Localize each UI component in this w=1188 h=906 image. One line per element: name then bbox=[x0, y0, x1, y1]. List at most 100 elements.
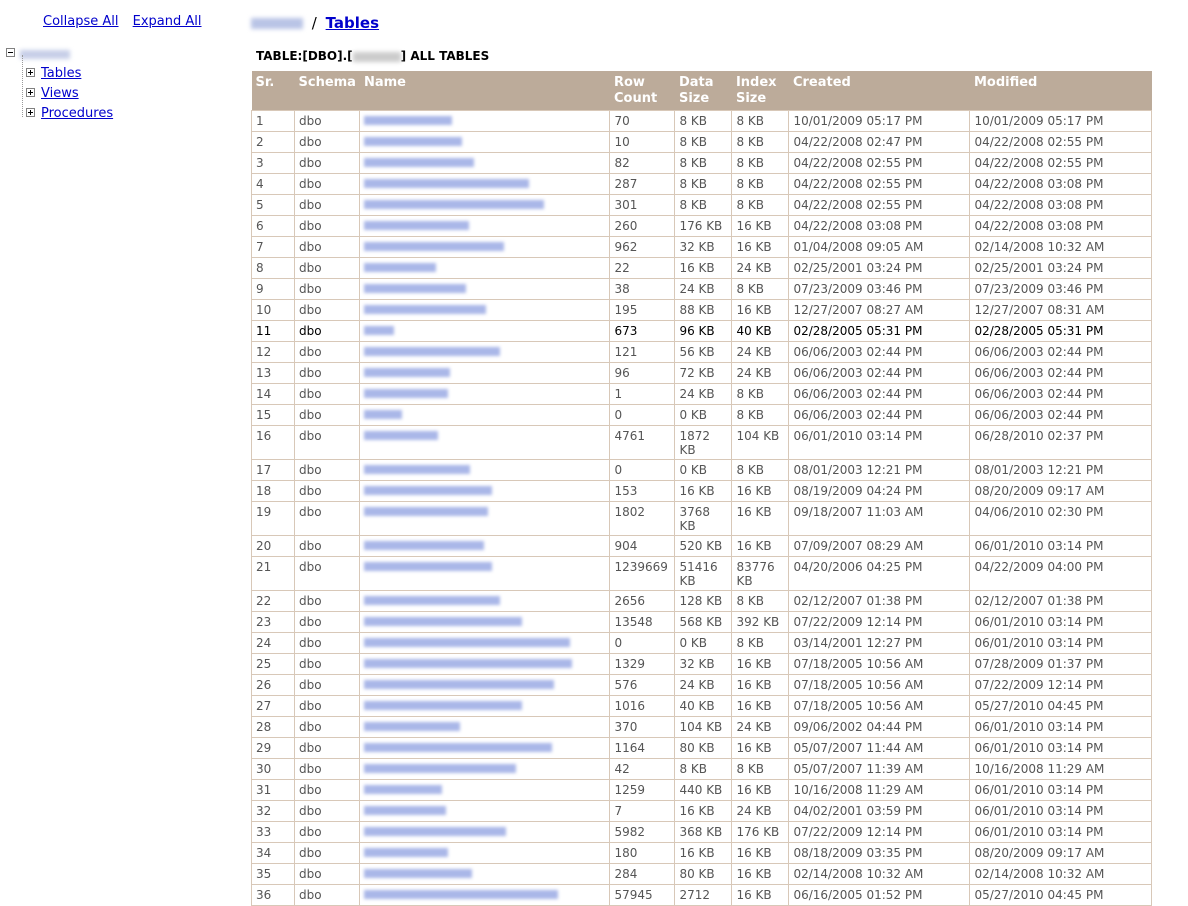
table-name-link-redacted[interactable] bbox=[364, 659, 573, 668]
table-name-link-redacted[interactable] bbox=[364, 541, 485, 550]
cell-data-size: 32 KB bbox=[674, 236, 733, 258]
cell-sr: 34 bbox=[251, 842, 295, 864]
col-header-modified[interactable]: Modified bbox=[969, 71, 1152, 111]
cell-created: 04/22/2008 02:47 PM bbox=[788, 131, 971, 153]
cell-data-size: 24 KB bbox=[674, 674, 733, 696]
table-name-link-redacted[interactable] bbox=[364, 200, 545, 209]
table-name-link-redacted[interactable] bbox=[364, 869, 473, 878]
cell-modified: 07/22/2009 12:14 PM bbox=[969, 674, 1153, 696]
cell-created: 04/22/2008 02:55 PM bbox=[788, 152, 971, 174]
cell-modified: 08/20/2009 09:17 AM bbox=[969, 480, 1153, 502]
cell-row-count: 260 bbox=[609, 215, 676, 237]
cell-name bbox=[359, 590, 611, 612]
table-row: 20 dbo 904 520 KB 16 KB 07/09/2007 08:29 AM 06… bbox=[251, 535, 1153, 557]
table-name-link-redacted[interactable] bbox=[364, 465, 471, 474]
table-row: 17 dbo 0 0 KB 8 KB 08/01/2003 12:21 PM 08/01/2… bbox=[251, 459, 1153, 481]
cell-index-size: 16 KB bbox=[731, 737, 790, 759]
table-name-link-redacted[interactable] bbox=[364, 785, 443, 794]
breadcrumb-database-link[interactable] bbox=[251, 18, 303, 29]
cell-name bbox=[359, 362, 611, 384]
table-name-link-redacted[interactable] bbox=[364, 764, 517, 773]
breadcrumb-tables-link[interactable]: Tables bbox=[326, 14, 379, 32]
cell-data-size: 8 KB bbox=[674, 152, 733, 174]
cell-data-size: 24 KB bbox=[674, 278, 733, 300]
table-name-link-redacted[interactable] bbox=[364, 806, 447, 815]
table-name-link-redacted[interactable] bbox=[364, 347, 501, 356]
collapse-icon[interactable] bbox=[6, 48, 15, 57]
table-name-link-redacted[interactable] bbox=[364, 368, 451, 377]
expand-icon[interactable] bbox=[26, 88, 35, 97]
table-name-link-redacted[interactable] bbox=[364, 507, 489, 516]
collapse-all-link[interactable]: Collapse All bbox=[43, 14, 119, 29]
tree-node-label[interactable]: Views bbox=[41, 84, 79, 104]
cell-name bbox=[359, 459, 611, 481]
table-name-link-redacted[interactable] bbox=[364, 158, 475, 167]
table-name-link-redacted[interactable] bbox=[364, 680, 555, 689]
table-name-link-redacted[interactable] bbox=[364, 743, 553, 752]
page-title: TABLE:[DBO].[] ALL TABLES bbox=[256, 49, 489, 63]
cell-sr: 26 bbox=[251, 674, 295, 696]
cell-schema: dbo bbox=[293, 800, 361, 822]
cell-row-count: 13548 bbox=[609, 611, 676, 633]
table-name-link-redacted[interactable] bbox=[364, 263, 437, 272]
cell-schema: dbo bbox=[293, 884, 361, 906]
table-name-link-redacted[interactable] bbox=[364, 284, 467, 293]
col-header-created[interactable]: Created bbox=[788, 71, 970, 111]
col-header-row-count[interactable]: Row Count bbox=[609, 71, 675, 111]
table-name-link-redacted[interactable] bbox=[364, 389, 449, 398]
table-name-link-redacted[interactable] bbox=[364, 242, 505, 251]
cell-row-count: 576 bbox=[609, 674, 676, 696]
cell-row-count: 0 bbox=[609, 404, 676, 426]
cell-name bbox=[359, 194, 611, 216]
table-name-link-redacted[interactable] bbox=[364, 827, 507, 836]
cell-sr: 16 bbox=[251, 425, 295, 460]
expand-icon[interactable] bbox=[26, 108, 35, 117]
table-name-link-redacted[interactable] bbox=[364, 486, 493, 495]
table-row: 26 dbo 576 24 KB 16 KB 07/18/2005 10:56 AM 07/… bbox=[251, 674, 1153, 696]
tree-node-label[interactable]: Tables bbox=[41, 64, 81, 84]
table-name-link-redacted[interactable] bbox=[364, 179, 530, 188]
cell-created: 04/02/2001 03:59 PM bbox=[788, 800, 971, 822]
table-name-link-redacted[interactable] bbox=[364, 410, 403, 419]
table-name-link-redacted[interactable] bbox=[364, 305, 487, 314]
cell-sr: 31 bbox=[251, 779, 295, 801]
table-name-link-redacted[interactable] bbox=[364, 701, 523, 710]
table-name-link-redacted[interactable] bbox=[364, 617, 523, 626]
col-header-index-size[interactable]: Index Size bbox=[731, 71, 789, 111]
table-name-link-redacted[interactable] bbox=[364, 137, 463, 146]
col-header-schema[interactable]: Schema bbox=[294, 71, 360, 111]
database-name-redacted bbox=[352, 51, 401, 62]
expand-all-link[interactable]: Expand All bbox=[133, 14, 202, 29]
cell-created: 04/22/2008 02:55 PM bbox=[788, 194, 971, 216]
table-name-link-redacted[interactable] bbox=[364, 326, 395, 335]
table-name-link-redacted[interactable] bbox=[364, 431, 439, 440]
table-name-link-redacted[interactable] bbox=[364, 596, 501, 605]
table-row: 3 dbo 82 8 KB 8 KB 04/22/2008 02:55 PM 04/22/2… bbox=[251, 152, 1153, 174]
table-name-link-redacted[interactable] bbox=[364, 890, 559, 899]
cell-schema: dbo bbox=[293, 173, 361, 195]
cell-schema: dbo bbox=[293, 842, 361, 864]
table-name-link-redacted[interactable] bbox=[364, 722, 461, 731]
cell-schema: dbo bbox=[293, 110, 361, 132]
col-header-data-size[interactable]: Data Size bbox=[674, 71, 732, 111]
cell-row-count: 1016 bbox=[609, 695, 676, 717]
cell-row-count: 962 bbox=[609, 236, 676, 258]
cell-data-size: 8 KB bbox=[674, 131, 733, 153]
col-header-sr[interactable]: Sr. bbox=[251, 71, 295, 111]
cell-modified: 06/01/2010 03:14 PM bbox=[969, 821, 1153, 843]
expand-icon[interactable] bbox=[26, 68, 35, 77]
table-name-link-redacted[interactable] bbox=[364, 562, 493, 571]
table-name-link-redacted[interactable] bbox=[364, 221, 470, 230]
cell-row-count: 195 bbox=[609, 299, 676, 321]
cell-index-size: 16 KB bbox=[731, 842, 790, 864]
cell-sr: 17 bbox=[251, 459, 295, 481]
tree-node-label[interactable]: Procedures bbox=[41, 104, 113, 124]
table-name-link-redacted[interactable] bbox=[364, 848, 449, 857]
cell-index-size: 16 KB bbox=[731, 884, 790, 906]
table-name-link-redacted[interactable] bbox=[364, 638, 571, 647]
cell-schema: dbo bbox=[293, 194, 361, 216]
database-name-redacted[interactable] bbox=[20, 50, 70, 59]
col-header-name[interactable]: Name bbox=[359, 71, 610, 111]
table-row: 30 dbo 42 8 KB 8 KB 05/07/2007 11:39 AM 10/16/… bbox=[251, 758, 1153, 780]
table-name-link-redacted[interactable] bbox=[364, 116, 453, 125]
